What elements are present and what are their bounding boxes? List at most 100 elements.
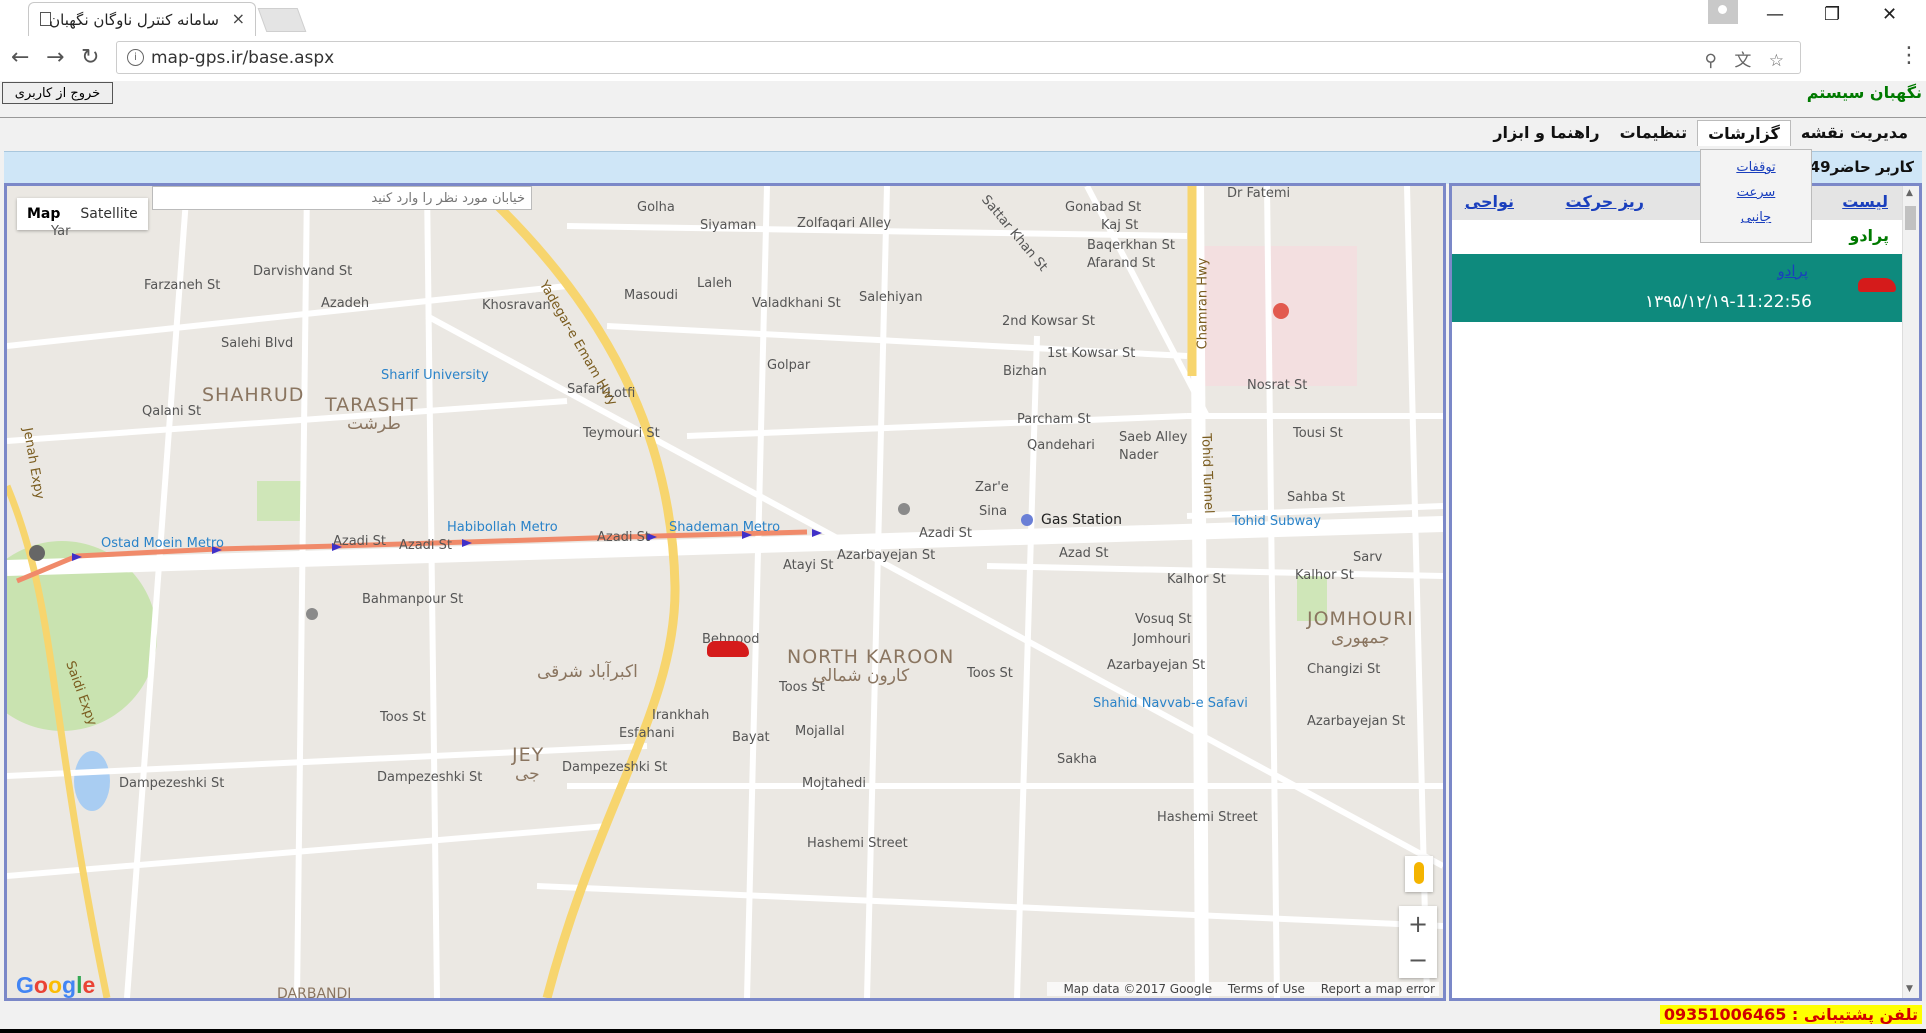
street-label: Salehi Blvd: [221, 336, 294, 351]
street-label: Valadkhani St: [752, 296, 841, 311]
area-label: کارون شمالی: [813, 666, 910, 686]
menu-settings[interactable]: تنظیمات: [1610, 120, 1697, 146]
street-label: Khosravan: [482, 298, 551, 313]
report-error-link[interactable]: Report a map error: [1321, 982, 1435, 996]
street-label: Hashemi Street: [807, 836, 908, 851]
vehicle-marker-icon[interactable]: [707, 641, 749, 657]
street-label: Qalani St: [142, 404, 202, 419]
page: خروج از کاربری نگهبان سیستم مدیریت نقشه …: [0, 81, 1926, 1033]
street-label: Azarbayejan St: [1307, 714, 1406, 729]
street-label: Atayi St: [783, 558, 834, 573]
street-label: Irankhah: [652, 708, 710, 723]
highway-label: Chamran Hwy: [1195, 257, 1211, 350]
street-label: Qandehari: [1027, 438, 1095, 453]
metro-label: Shademan Metro: [669, 520, 781, 535]
street-label: Azadi St: [597, 530, 651, 545]
area-label: SHAHRUD: [202, 384, 305, 406]
street-label: Parcham St: [1017, 412, 1091, 427]
new-tab-button[interactable]: [257, 8, 307, 32]
scroll-down-icon[interactable]: ▼: [1906, 984, 1913, 994]
back-icon[interactable]: ←: [11, 45, 29, 70]
street-label: Azadeh: [321, 296, 370, 311]
omnibox-actions-icon[interactable]: ⚲ 文 ☆: [1705, 46, 1791, 71]
forward-icon[interactable]: →: [46, 45, 64, 70]
metro-label: Shahid Navvab-e Safavi: [1093, 696, 1248, 711]
minimize-icon[interactable]: —: [1766, 4, 1784, 25]
dropdown-auxiliary[interactable]: جانبی: [1701, 210, 1811, 225]
panel-scrollbar[interactable]: ▲ ▼: [1902, 186, 1919, 998]
area-label: اکبرآباد شرقی: [537, 662, 638, 682]
street-label: 2nd Kowsar St: [1002, 314, 1095, 329]
area-label: TARASHT: [325, 394, 419, 416]
browser-menu-icon[interactable]: ⋮: [1898, 43, 1920, 68]
street-label: Zolfaqari Alley: [797, 216, 892, 231]
menu-map-management[interactable]: مدیریت نقشه: [1791, 120, 1918, 146]
street-label: Toos St: [380, 710, 426, 725]
scroll-thumb[interactable]: [1905, 206, 1916, 230]
area-label: NORTH KAROON: [787, 646, 955, 668]
vehicle-list-item[interactable]: پرادو ۱۳۹۵/۱۲/۱۹-11:22:56: [1452, 254, 1904, 322]
street-label: Bizhan: [1003, 364, 1047, 379]
map-data-credit: Map data ©2017 Google: [1063, 982, 1213, 996]
vehicle-name-link[interactable]: پرادو: [1777, 262, 1808, 280]
street-label: Bayat: [732, 730, 770, 745]
menu-help-tools[interactable]: راهنما و ابزار: [1483, 120, 1609, 146]
street-view-pegman-icon[interactable]: [1405, 856, 1433, 892]
reload-icon[interactable]: ↻: [81, 45, 99, 70]
street-label: Golha: [637, 200, 675, 215]
street-label: Darvishvand St: [253, 264, 353, 279]
street-label: Nader: [1119, 448, 1159, 463]
user-bar: کاربر حاضر0249 ۱۳۹۵/۵/۱: [4, 151, 1922, 184]
dropdown-speed[interactable]: سرعت: [1701, 185, 1811, 200]
street-label: Dr Fatemi: [1227, 186, 1291, 201]
main-menu: مدیریت نقشه گزارشات تنظیمات راهنما و ابز…: [1483, 120, 1918, 146]
map-canvas[interactable]: Map Satellite Golha Siyaman Zolfaqari Al…: [4, 183, 1446, 1001]
area-label: طرشت: [347, 414, 401, 434]
street-label: Toos St: [967, 666, 1013, 681]
zoom-out-button[interactable]: −: [1399, 942, 1437, 978]
street-label: Azadi St: [399, 538, 453, 553]
street-label: Dampezeshki St: [119, 776, 225, 791]
tab-title: سامانه کنترل ناوگان نگهبان: [49, 11, 219, 29]
logout-button[interactable]: خروج از کاربری: [2, 82, 113, 104]
header-divider: [0, 117, 1926, 118]
close-tab-icon[interactable]: ×: [232, 9, 245, 28]
zoom-in-button[interactable]: +: [1399, 906, 1437, 942]
street-label: Siyaman: [700, 218, 757, 233]
area-label: JEY: [512, 744, 545, 766]
page-bottom-bar: [0, 1029, 1926, 1033]
tab-areas[interactable]: نواحی: [1465, 192, 1514, 211]
street-search-input[interactable]: [152, 186, 532, 210]
street-label: Farzaneh St: [144, 278, 221, 293]
tab-movement-detail[interactable]: ریز حرکت: [1566, 192, 1644, 211]
menu-reports[interactable]: گزارشات: [1697, 120, 1791, 146]
metro-label: Ostad Moein Metro: [101, 536, 224, 551]
street-label: Bahmanpour St: [362, 592, 464, 607]
terms-link[interactable]: Terms of Use: [1228, 982, 1305, 996]
street-label: Azadi St: [333, 534, 387, 549]
tab-list[interactable]: لیست: [1842, 192, 1888, 211]
info-icon[interactable]: i: [127, 49, 144, 66]
url-input[interactable]: i map-gps.ir/base.aspx ⚲ 文 ☆: [116, 41, 1801, 74]
scroll-up-icon[interactable]: ▲: [1906, 188, 1913, 198]
tunnel-label: Tohid Tunnel: [1198, 433, 1217, 514]
profile-icon[interactable]: [1708, 0, 1738, 24]
map-roads: [7, 186, 1443, 998]
map-type-satellite-button[interactable]: Satellite: [70, 198, 147, 230]
vehicle-group-heading: پرادو: [1849, 226, 1889, 245]
street-label: Teymouri St: [583, 426, 660, 441]
street-label: Kaj St: [1101, 218, 1139, 233]
street-label: Jomhouri: [1133, 632, 1191, 647]
area-label: DARBANDI: [277, 986, 352, 1001]
street-label: Golpar: [767, 358, 811, 373]
restore-icon[interactable]: ❐: [1824, 4, 1840, 25]
street-label: Vosuq St: [1135, 612, 1192, 627]
street-label: Sina: [979, 504, 1008, 519]
street-label: Dampezeshki St: [562, 760, 668, 775]
window-close-icon[interactable]: ✕: [1882, 4, 1897, 25]
car-icon: [1858, 278, 1896, 292]
street-label: Esfahani: [619, 726, 675, 741]
dropdown-stops[interactable]: توقفات: [1701, 160, 1811, 175]
browser-tab[interactable]: سامانه کنترل ناوگان نگهبان ×: [28, 2, 256, 36]
reports-dropdown: توقفات سرعت جانبی: [1700, 149, 1812, 243]
